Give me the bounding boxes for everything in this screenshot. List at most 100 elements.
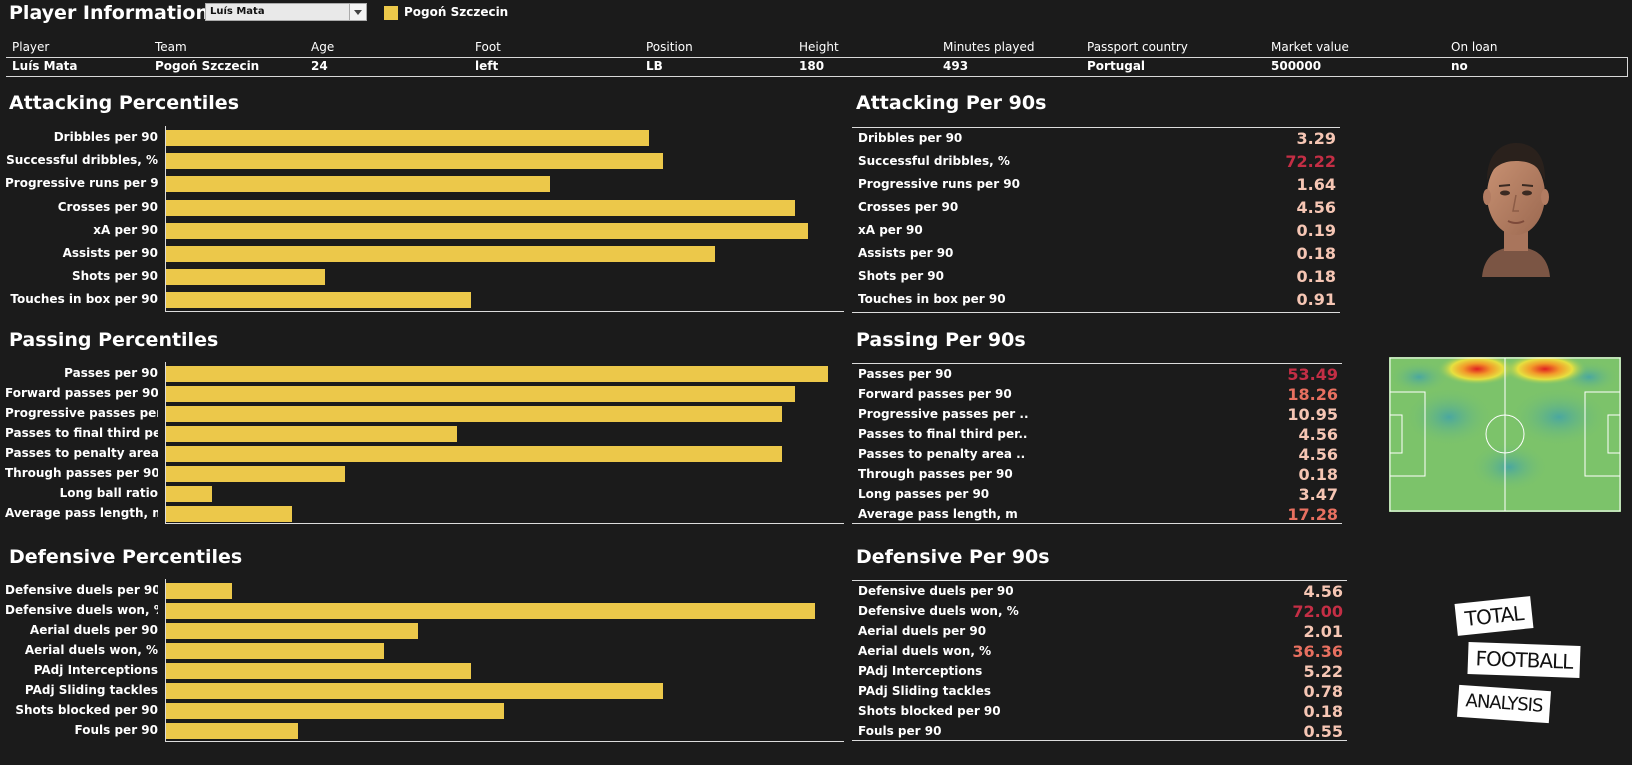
bar-label: Assists per 90 bbox=[62, 246, 158, 260]
percentile-bar bbox=[166, 663, 471, 679]
percentile-bar bbox=[166, 406, 782, 422]
info-value-foot: left bbox=[475, 59, 499, 73]
per90-label: Fouls per 90 bbox=[858, 724, 942, 738]
per90-value: 0.18 bbox=[1303, 702, 1343, 721]
per90-value: 72.00 bbox=[1292, 602, 1343, 621]
per90-table-rule bbox=[852, 127, 1340, 128]
bar-chart-axis-horizontal bbox=[165, 523, 844, 524]
per90-label: Forward passes per 90 bbox=[858, 387, 1012, 401]
percentile-bar bbox=[166, 199, 795, 216]
per90-value: 3.29 bbox=[1296, 129, 1336, 148]
info-value-minutes-played: 493 bbox=[943, 59, 969, 73]
per90-value: 4.56 bbox=[1298, 445, 1338, 464]
logo-word-analysis: ANALYSIS bbox=[1456, 684, 1552, 724]
logo-word-football: FOOTBALL bbox=[1467, 642, 1581, 678]
heatmap-pitch bbox=[1389, 357, 1621, 512]
bar-label: Passes per 90 bbox=[64, 366, 158, 380]
info-value-position: LB bbox=[646, 59, 663, 73]
attacking-percentiles-title: Attacking Percentiles bbox=[9, 92, 240, 114]
per90-value: 1.64 bbox=[1296, 175, 1336, 194]
per90-value: 0.78 bbox=[1303, 682, 1343, 701]
per90-label: Progressive passes per .. bbox=[858, 407, 1029, 421]
info-header-player: Player bbox=[12, 40, 50, 54]
info-header-passport-country: Passport country bbox=[1087, 40, 1188, 54]
info-value-player: Luís Mata bbox=[12, 59, 78, 73]
legend-team-label: Pogoń Szczecin bbox=[404, 5, 509, 19]
bar-label: Aerial duels per 90 bbox=[29, 623, 158, 637]
per90-value: 10.95 bbox=[1287, 405, 1338, 424]
per90-label: Defensive duels per 90 bbox=[858, 584, 1014, 598]
bar-label: Forward passes per 90 bbox=[5, 386, 158, 400]
per90-label: Defensive duels won, % bbox=[858, 604, 1019, 618]
info-value-passport-country: Portugal bbox=[1087, 59, 1146, 73]
bar-chart-axis-horizontal bbox=[165, 741, 844, 742]
percentile-bar bbox=[166, 426, 458, 442]
per90-value: 5.22 bbox=[1303, 662, 1343, 681]
per90-value: 36.36 bbox=[1292, 642, 1343, 661]
per90-label: Dribbles per 90 bbox=[858, 131, 963, 145]
bar-chart-axis-horizontal bbox=[165, 311, 844, 312]
per90-value: 4.56 bbox=[1296, 198, 1336, 217]
info-header-team: Team bbox=[155, 40, 187, 54]
info-header-market-value: Market value bbox=[1271, 40, 1349, 54]
bar-label: PAdj Interceptions bbox=[33, 663, 158, 677]
per90-value: 53.49 bbox=[1287, 365, 1338, 384]
bar-label: Crosses per 90 bbox=[57, 199, 158, 214]
percentile-bar bbox=[166, 603, 815, 619]
percentile-bar bbox=[166, 683, 663, 699]
percentile-bar bbox=[166, 486, 213, 502]
passing-per90-title: Passing Per 90s bbox=[856, 329, 1026, 351]
attacking-per90-title: Attacking Per 90s bbox=[856, 92, 1047, 114]
bar-label: Successful dribbles, % bbox=[6, 153, 158, 168]
per90-label: PAdj Sliding tackles bbox=[858, 684, 992, 698]
per90-label: Successful dribbles, % bbox=[858, 154, 1010, 168]
info-header-minutes-played: Minutes played bbox=[943, 40, 1035, 54]
per90-label: Shots per 90 bbox=[858, 269, 945, 283]
bar-label: Progressive runs per 90 bbox=[5, 176, 158, 191]
bar-label: Passes to final third per.. bbox=[5, 426, 158, 440]
info-header-on-loan: On loan bbox=[1451, 40, 1498, 54]
per90-label: Progressive runs per 90 bbox=[858, 177, 1020, 191]
per90-table-rule bbox=[852, 580, 1347, 581]
info-header-position: Position bbox=[646, 40, 693, 54]
percentile-bar bbox=[166, 246, 716, 262]
logo-word-total: TOTAL bbox=[1454, 596, 1534, 636]
bar-label: Through passes per 90 bbox=[5, 466, 158, 480]
per90-value: 4.56 bbox=[1298, 425, 1338, 444]
per90-label: Assists per 90 bbox=[858, 246, 954, 260]
info-value-age: 24 bbox=[311, 59, 328, 73]
per90-table-rule bbox=[852, 312, 1340, 313]
page-title: Player Information bbox=[9, 2, 210, 24]
per90-label: PAdj Interceptions bbox=[858, 664, 983, 678]
bar-label: Aerial duels won, % bbox=[24, 643, 158, 657]
info-header-height: Height bbox=[799, 40, 839, 54]
per90-value: 0.19 bbox=[1296, 221, 1336, 240]
bar-label: Touches in box per 90 bbox=[10, 292, 158, 307]
per90-label: Through passes per 90 bbox=[858, 467, 1013, 481]
per90-value: 72.22 bbox=[1285, 152, 1336, 171]
percentile-bar bbox=[166, 623, 418, 639]
per90-value: 4.56 bbox=[1303, 582, 1343, 601]
per90-label: Crosses per 90 bbox=[858, 200, 959, 214]
player-select-dropdown[interactable]: Luís Mata bbox=[205, 3, 367, 21]
percentile-bar bbox=[166, 222, 809, 239]
bar-label: Shots blocked per 90 bbox=[15, 703, 158, 717]
percentile-bar bbox=[166, 466, 345, 482]
percentile-bar bbox=[166, 583, 233, 599]
percentile-bar bbox=[166, 269, 325, 286]
per90-value: 0.18 bbox=[1296, 267, 1336, 286]
info-value-team: Pogoń Szczecin bbox=[155, 59, 260, 73]
per90-value: 0.91 bbox=[1296, 290, 1336, 309]
percentile-bar bbox=[166, 292, 471, 309]
player-select-value: Luís Mata bbox=[210, 6, 265, 17]
defensive-percentiles-title: Defensive Percentiles bbox=[9, 546, 243, 568]
per90-label: Aerial duels per 90 bbox=[858, 624, 987, 638]
percentile-bar bbox=[166, 176, 550, 193]
per90-label: Passes per 90 bbox=[858, 367, 952, 381]
per90-label: Aerial duels won, % bbox=[858, 644, 992, 658]
percentile-bar bbox=[166, 366, 828, 382]
percentile-bar bbox=[166, 153, 663, 170]
percentile-bar bbox=[166, 643, 385, 659]
chevron-down-icon[interactable] bbox=[349, 4, 366, 20]
info-header-foot: Foot bbox=[475, 40, 501, 54]
